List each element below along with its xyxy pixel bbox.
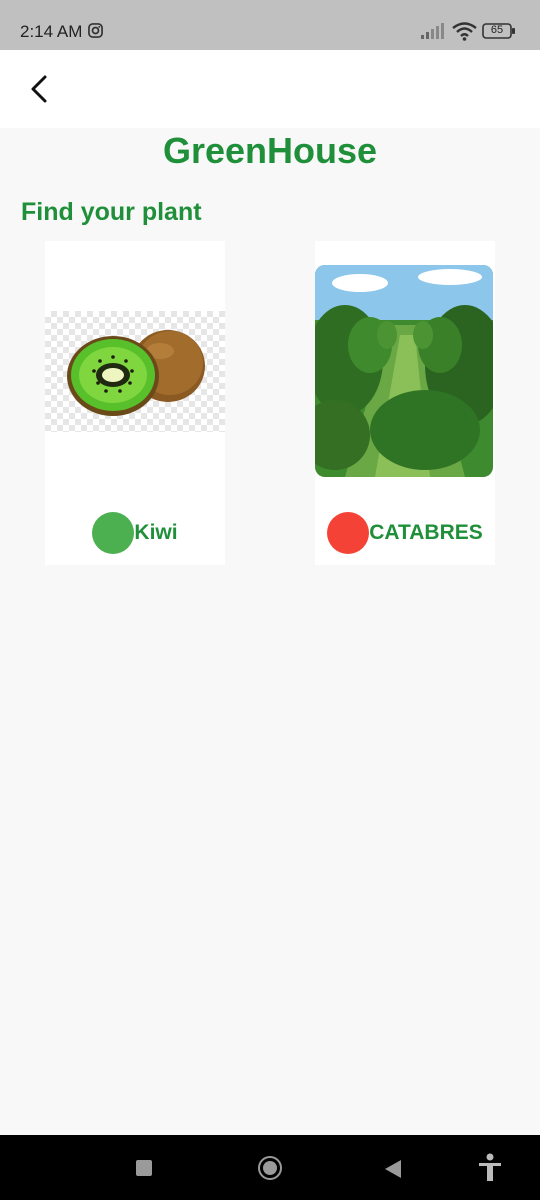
signal-icon <box>421 23 444 39</box>
plant-card-kiwi[interactable]: Kiwi <box>45 241 225 565</box>
plant-card-footer: CATABRES <box>315 511 495 555</box>
status-bar: 2:14 AM 65 <box>0 0 540 50</box>
instagram-icon <box>88 23 103 38</box>
system-nav-bar <box>0 1135 540 1200</box>
orchard-image <box>315 265 493 477</box>
back-icon[interactable] <box>384 1159 402 1179</box>
page-title: GreenHouse <box>162 130 378 171</box>
accessibility-icon[interactable] <box>477 1153 503 1183</box>
back-button[interactable] <box>18 68 60 110</box>
page-subtitle: Find your plant <box>21 198 202 226</box>
status-dot <box>92 512 135 554</box>
app-bar <box>0 50 540 128</box>
wifi-icon <box>452 22 477 41</box>
plant-name: Kiwi <box>134 521 178 544</box>
status-time: 2:14 AM <box>20 22 83 41</box>
plant-card-footer: Kiwi <box>45 511 225 555</box>
status-dot <box>327 512 370 554</box>
plant-card-catabres[interactable]: CATABRES <box>315 241 495 565</box>
battery-level: 65 <box>490 24 504 36</box>
kiwi-fruit-image <box>67 330 205 416</box>
recents-icon[interactable] <box>136 1160 152 1176</box>
chevron-left-icon <box>31 75 47 103</box>
home-icon[interactable] <box>258 1156 282 1180</box>
plant-name: CATABRES <box>369 521 483 544</box>
